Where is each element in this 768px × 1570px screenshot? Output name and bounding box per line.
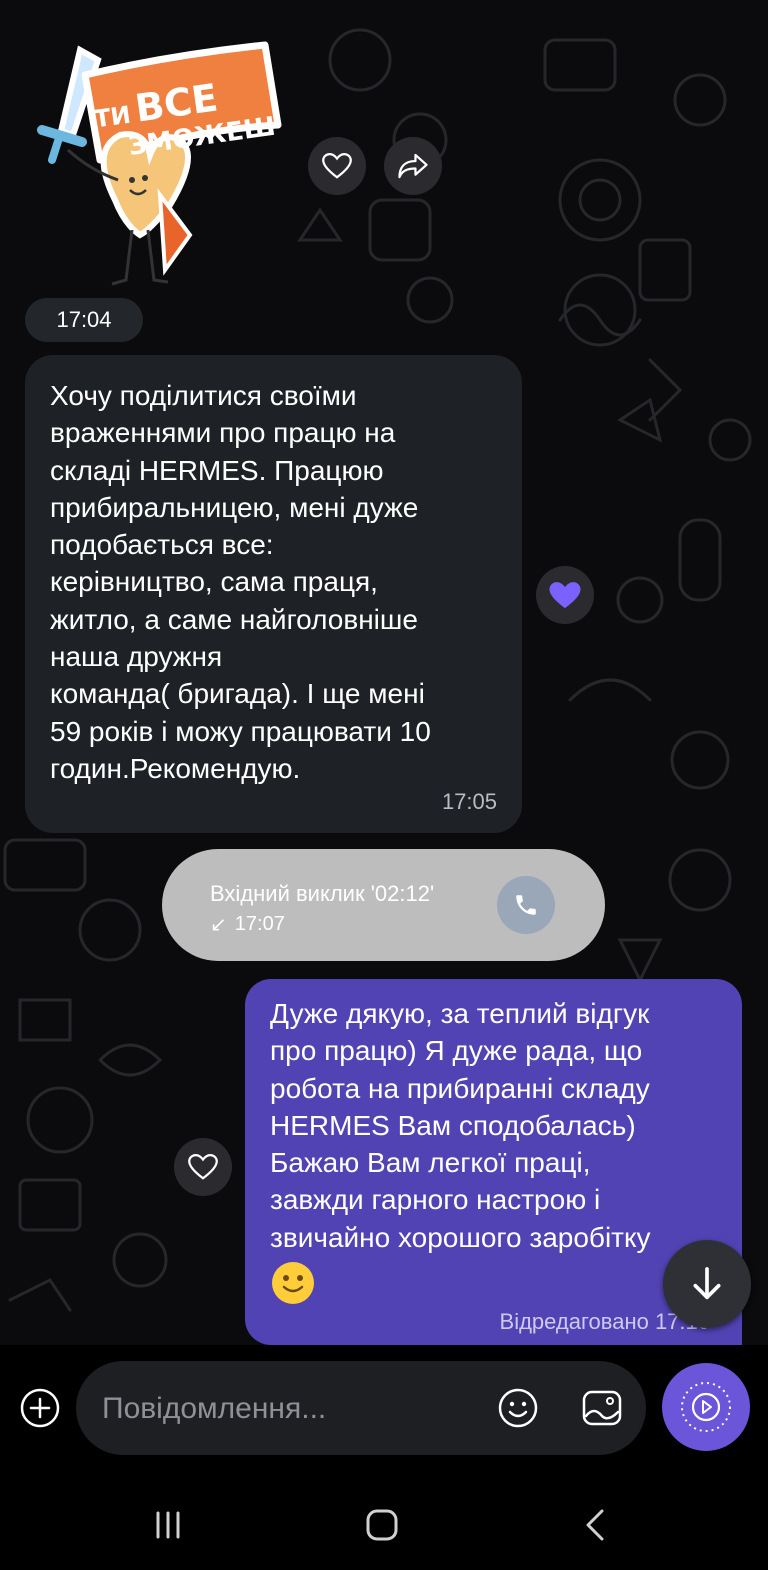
heart-filled-icon xyxy=(549,581,581,608)
incoming-call-record[interactable]: Вхідний виклик '02:12' ↙ 17:07 xyxy=(162,849,605,961)
sticker-you-can-do-it[interactable]: ТИ ВСЕ ЗМОЖЕШ xyxy=(20,30,290,295)
call-meta: ↙ 17:07 xyxy=(210,912,285,937)
forward-button[interactable] xyxy=(384,137,442,195)
voice-record-icon xyxy=(681,1382,731,1432)
arrow-down-icon xyxy=(693,1267,721,1300)
incoming-message-time: 17:05 xyxy=(441,789,497,814)
incoming-message-bubble[interactable]: Хочу поділитися своїми враженнями про пр… xyxy=(25,355,522,833)
phone-icon xyxy=(516,895,536,915)
emoji-button[interactable] xyxy=(496,1386,540,1430)
smiley-icon xyxy=(498,1388,538,1428)
call-back-button[interactable] xyxy=(497,876,555,934)
like-sticker-button[interactable] xyxy=(308,137,366,195)
call-time: 17:07 xyxy=(234,913,285,935)
call-title: Вхідний виклик '02:12' xyxy=(210,881,435,906)
reaction-heart-button[interactable] xyxy=(536,566,594,624)
outgoing-message-text: Дуже дякую, за теплий відгук про працю) … xyxy=(270,998,651,1253)
back-icon xyxy=(586,1509,604,1541)
plus-icon xyxy=(20,1388,60,1428)
sticker-time-pill: 17:04 xyxy=(25,298,143,342)
gallery-icon xyxy=(582,1390,622,1426)
system-navigation-bar xyxy=(0,1465,768,1570)
attach-button[interactable] xyxy=(18,1386,62,1430)
heart-icon xyxy=(188,1153,218,1180)
sticker-word-1: ТИ xyxy=(92,100,133,134)
scroll-to-bottom-button[interactable] xyxy=(663,1240,751,1328)
gallery-button[interactable] xyxy=(580,1386,624,1430)
sticker-time: 17:04 xyxy=(56,307,112,332)
home-button[interactable] xyxy=(352,1495,412,1555)
message-input-container xyxy=(76,1361,646,1455)
message-input[interactable] xyxy=(100,1383,484,1435)
heart-icon xyxy=(322,152,352,179)
home-icon xyxy=(366,1509,398,1541)
back-button[interactable] xyxy=(566,1495,626,1555)
recent-apps-icon xyxy=(156,1511,180,1539)
recent-apps-button[interactable] xyxy=(138,1495,198,1555)
incoming-message-text: Хочу поділитися своїми враженнями про пр… xyxy=(50,380,431,784)
forward-icon xyxy=(398,153,428,179)
voice-record-button[interactable] xyxy=(662,1363,750,1451)
like-outgoing-button[interactable] xyxy=(174,1138,232,1196)
slightly-smiling-emoji-icon xyxy=(272,1262,314,1305)
call-incoming-arrow-icon: ↙ xyxy=(210,914,227,936)
